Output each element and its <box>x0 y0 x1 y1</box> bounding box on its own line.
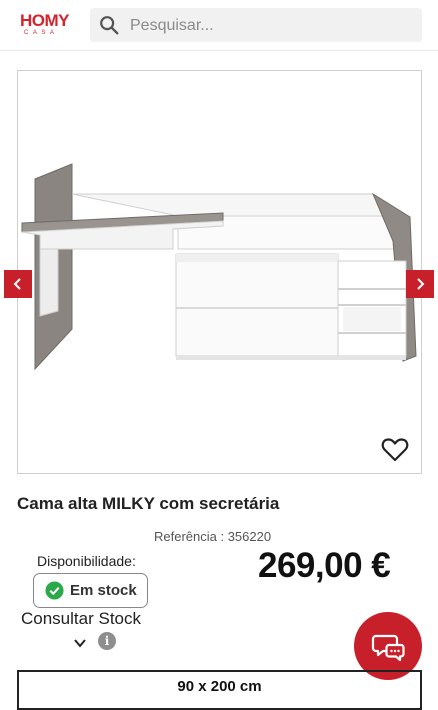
consult-stock-link[interactable]: Consultar Stock <box>21 609 141 629</box>
reference-value: 356220 <box>227 529 272 544</box>
logo-subtext: CASA <box>24 30 59 36</box>
reference-label: Referência : <box>154 529 228 544</box>
info-icon[interactable]: i <box>98 632 116 650</box>
homy-logo[interactable]: HOMY CASA <box>20 12 75 38</box>
product-reference: Referência : 356220 <box>154 529 271 544</box>
logo-text: HOMY <box>20 11 70 30</box>
availability-label: Disponibilidade: <box>37 553 136 569</box>
chevron-down-icon[interactable] <box>73 636 87 650</box>
heart-icon[interactable] <box>381 437 409 463</box>
stock-status-badge: Em stock <box>33 573 148 608</box>
product-image-gallery[interactable] <box>17 70 422 474</box>
chevron-right-icon <box>417 278 425 290</box>
search-input[interactable] <box>128 14 412 38</box>
site-header: HOMY CASA <box>0 0 438 51</box>
size-selector[interactable]: 90 x 200 cm <box>17 670 422 710</box>
product-price: 269,00 € <box>258 546 391 585</box>
product-image <box>21 163 417 371</box>
chevron-left-icon <box>13 278 21 290</box>
search-bar[interactable] <box>90 8 422 42</box>
product-title: Cama alta MILKY com secretária <box>17 494 280 513</box>
chat-icon <box>371 634 405 662</box>
gallery-prev-button[interactable] <box>4 270 32 298</box>
check-circle-icon <box>45 581 64 600</box>
gallery-next-button[interactable] <box>406 270 434 298</box>
stock-status-text: Em stock <box>70 582 137 599</box>
search-icon[interactable] <box>98 14 120 36</box>
